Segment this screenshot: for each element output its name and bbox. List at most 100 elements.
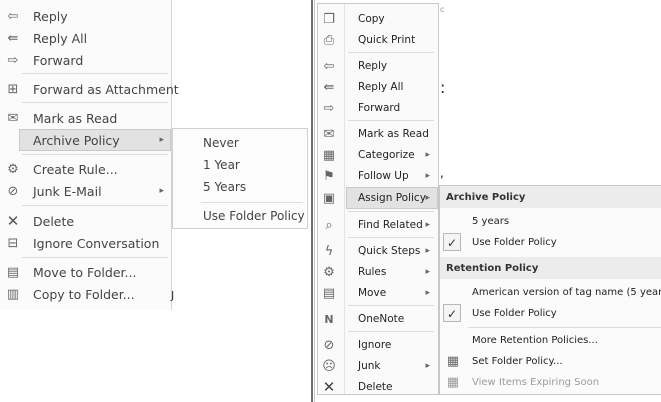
forward-icon: ⇨ [7, 52, 19, 68]
menu-item-move-folder[interactable]: ▤ Move to Folder... [0, 261, 172, 283]
ignore-icon: ⊟ [7, 235, 19, 251]
menu-item-archive-policy[interactable]: Archive Policy ▸ [0, 129, 172, 151]
background-text-fragment: , [440, 166, 444, 180]
panel-divider [311, 0, 313, 402]
menu-item-reply[interactable]: ⇦ Reply [0, 5, 172, 27]
menu-item-quick-print[interactable]: ⎙ Quick Print [318, 29, 438, 51]
chevron-right-icon: ▸ [425, 171, 430, 181]
menu-item-follow-up[interactable]: ⚑ Follow Up ▸ [318, 165, 438, 187]
background-text-fragment: c [440, 5, 445, 14]
archive-policy-header: Archive Policy [440, 186, 661, 208]
submenu-item-never[interactable]: Never [173, 132, 307, 154]
separator [348, 211, 434, 212]
chevron-right-icon: ▸ [425, 246, 430, 256]
chevron-right-icon: ▸ [425, 220, 430, 230]
left-context-menu: ⇦ Reply ⇚ Reply All ⇨ Forward ⊞ Forward … [0, 0, 179, 310]
rules-icon: ⚙ [323, 264, 335, 280]
menu-item-delete[interactable]: ✕ Delete [0, 210, 172, 232]
separator [348, 237, 434, 238]
submenu-item-5-years[interactable]: 5 Years [173, 176, 307, 198]
background-text-fragment: : [440, 78, 446, 97]
menu-item-forward[interactable]: ⇨ Forward [0, 49, 172, 71]
right-context-menu: ❐ Copy ⎙ Quick Print ⇦ Reply ⇚ Reply All… [317, 3, 439, 398]
mark-read-icon: ✉ [323, 126, 335, 142]
menu-item-reply[interactable]: ⇦ Reply [318, 55, 438, 77]
menu-item-forward[interactable]: ⇨ Forward [318, 97, 438, 119]
menu-item-reply-all[interactable]: ⇚ Reply All [318, 76, 438, 98]
set-folder-policy[interactable]: ▦ Set Folder Policy... [440, 350, 661, 372]
separator [348, 305, 434, 306]
reply-icon: ⇦ [7, 8, 19, 24]
archive-option-5-years[interactable]: 5 years [440, 210, 661, 232]
menu-item-forward-attachment[interactable]: ⊞ Forward as Attachment [0, 78, 179, 100]
junk-icon: ⊘ [7, 183, 19, 199]
menu-item-copy[interactable]: ❐ Copy [318, 8, 438, 30]
retention-option-use-folder-policy[interactable]: Use Folder Policy [440, 302, 661, 324]
policy-icon: ▣ [322, 190, 336, 206]
separator [22, 102, 168, 103]
reply-icon: ⇦ [323, 58, 335, 74]
chevron-right-icon: ▸ [425, 267, 430, 277]
menu-item-ignore[interactable]: ⊘ Ignore [318, 334, 438, 356]
expiring-icon: ▦ [446, 374, 460, 390]
chevron-right-icon: ▸ [425, 361, 430, 371]
panel-divider-shadow [314, 0, 315, 402]
retention-policy-header: Retention Policy [440, 257, 661, 279]
onenote-icon: N [324, 312, 334, 326]
copy-folder-icon: ▥ [6, 286, 20, 302]
menu-item-reply-all[interactable]: ⇚ Reply All [0, 27, 172, 49]
retention-option-american-tag[interactable]: American version of tag name (5 years) [440, 281, 661, 303]
reply-all-icon: ⇚ [323, 79, 335, 95]
print-icon: ⎙ [323, 32, 335, 48]
move-icon: ▤ [322, 285, 336, 301]
menu-item-assign-policy[interactable]: ▣ Assign Policy ▸ [318, 187, 438, 209]
menu-item-quick-steps[interactable]: ϟ Quick Steps ▸ [318, 240, 438, 262]
rule-icon: ⚙ [7, 161, 19, 177]
categorize-icon: ▦ [322, 147, 336, 163]
menu-item-rules[interactable]: ⚙ Rules ▸ [318, 261, 438, 283]
forward-icon: ⇨ [323, 100, 335, 116]
set-policy-icon: ▦ [446, 353, 460, 369]
chevron-right-icon: ▸ [425, 150, 430, 160]
submenu-item-1-year[interactable]: 1 Year [173, 154, 307, 176]
menu-item-mark-read[interactable]: ✉ Mark as Read [318, 123, 438, 145]
menu-item-delete[interactable]: ✕ Delete [318, 376, 438, 398]
menu-item-ignore-conversation[interactable]: ⊟ Ignore Conversation [0, 232, 172, 254]
chevron-right-icon: ▸ [425, 193, 430, 203]
chevron-right-icon: ▸ [159, 186, 164, 196]
find-related-icon: ⌕ [325, 217, 333, 233]
menu-item-junk[interactable]: ☹ Junk ▸ [318, 355, 438, 377]
archive-option-use-folder-policy[interactable]: Use Folder Policy [440, 231, 661, 253]
menu-item-onenote[interactable]: N OneNote [318, 308, 438, 330]
assign-policy-submenu: Archive Policy 5 years ✓ Use Folder Poli… [439, 185, 661, 395]
view-items-expiring-soon[interactable]: ▦ View Items Expiring Soon [440, 371, 661, 393]
menu-item-find-related[interactable]: ⌕ Find Related ▸ [318, 214, 438, 236]
separator [201, 202, 303, 203]
move-folder-icon: ▤ [6, 264, 20, 280]
mark-read-icon: ✉ [7, 110, 19, 126]
junk-icon: ☹ [322, 358, 336, 374]
reply-all-icon: ⇚ [7, 30, 19, 46]
submenu-item-use-folder-policy[interactable]: Use Folder Policy [173, 205, 307, 227]
separator [22, 205, 168, 206]
menu-item-copy-folder[interactable]: ▥ Copy to Folder... [0, 283, 172, 305]
ignore-icon: ⊘ [323, 337, 335, 353]
copy-icon: ❐ [323, 11, 335, 27]
delete-icon: ✕ [322, 378, 336, 396]
menu-item-create-rule[interactable]: ⚙ Create Rule... [0, 158, 172, 180]
menu-item-move[interactable]: ▤ Move ▸ [318, 282, 438, 304]
flag-icon: ⚑ [323, 168, 335, 184]
menu-item-junk-email[interactable]: ⊘ Junk E-Mail ▸ [0, 180, 172, 202]
separator [22, 73, 168, 74]
menu-item-mark-read[interactable]: ✉ Mark as Read [0, 107, 172, 129]
separator [348, 52, 434, 53]
separator [22, 154, 168, 155]
quick-steps-icon: ϟ [324, 243, 334, 259]
separator [348, 331, 434, 332]
separator [348, 120, 434, 121]
separator [22, 257, 168, 258]
background-text-fragment: J [171, 289, 175, 302]
delete-icon: ✕ [6, 212, 20, 230]
more-retention-policies[interactable]: More Retention Policies... [440, 329, 661, 351]
menu-item-categorize[interactable]: ▦ Categorize ▸ [318, 144, 438, 166]
